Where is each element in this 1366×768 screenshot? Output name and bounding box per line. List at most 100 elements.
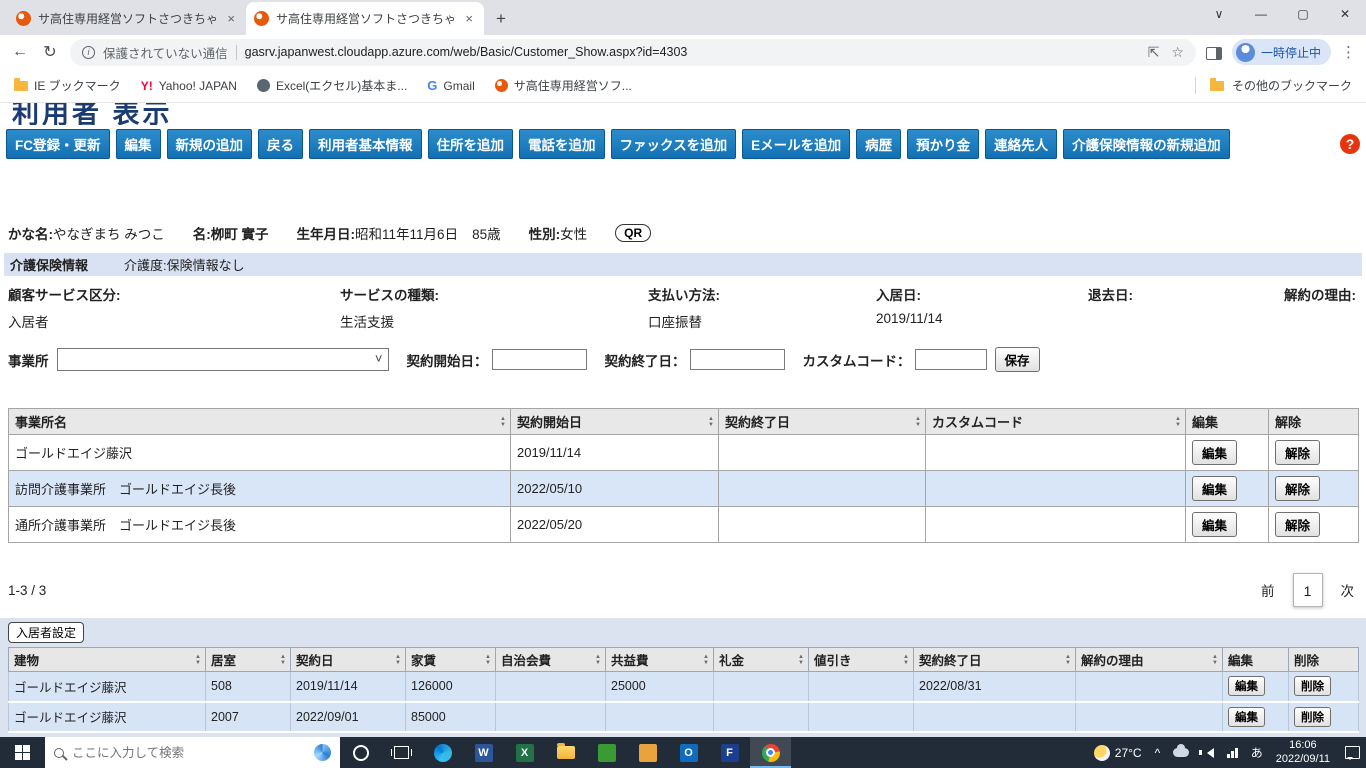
sort-icon[interactable] <box>500 416 506 428</box>
taskbar-search[interactable] <box>45 737 340 768</box>
new-tab-button[interactable]: + <box>484 9 518 35</box>
add-care-insurance-button[interactable]: 介護保険情報の新規追加 <box>1063 129 1230 159</box>
add-phone-button[interactable]: 電話を追加 <box>519 129 605 159</box>
sort-icon[interactable] <box>485 654 491 666</box>
contact-person-button[interactable]: 連絡先人 <box>985 129 1058 159</box>
col-cancel-reason[interactable]: 解約の理由 <box>1075 647 1223 672</box>
row-remove-button[interactable]: 解除 <box>1275 440 1321 465</box>
sort-icon[interactable] <box>915 416 921 428</box>
url-text[interactable]: gasrv.japanwest.cloudapp.azure.com/web/B… <box>245 45 1140 59</box>
col-contract-end[interactable]: 契約終了日 <box>913 647 1076 672</box>
add-email-button[interactable]: Eメールを追加 <box>742 129 851 159</box>
browser-tab-1[interactable]: サ高住専用経営ソフトさつきちゃん × <box>8 2 246 35</box>
col-custom-code[interactable]: カスタムコード <box>925 408 1186 435</box>
sort-icon[interactable] <box>1065 654 1071 666</box>
add-new-button[interactable]: 新規の追加 <box>166 129 252 159</box>
sort-icon[interactable] <box>595 654 601 666</box>
row-edit-button[interactable]: 編集 <box>1228 706 1265 727</box>
blue-app-button[interactable]: F <box>709 737 750 768</box>
network-icon[interactable] <box>1227 747 1238 758</box>
resident-settings-button[interactable]: 入居者設定 <box>8 622 85 643</box>
sort-icon[interactable] <box>708 416 714 428</box>
row-edit-button[interactable]: 編集 <box>1192 440 1238 465</box>
col-contract-date[interactable]: 契約日 <box>290 647 406 672</box>
tab-search-chevron-icon[interactable]: ∨ <box>1198 0 1240 28</box>
sort-icon[interactable] <box>1212 654 1218 666</box>
add-address-button[interactable]: 住所を追加 <box>427 129 513 159</box>
sort-icon[interactable] <box>1175 416 1181 428</box>
edit-button[interactable]: 編集 <box>115 129 161 159</box>
user-basic-info-button[interactable]: 利用者基本情報 <box>309 129 422 159</box>
row-delete-button[interactable]: 削除 <box>1294 706 1331 727</box>
row-remove-button[interactable]: 解除 <box>1275 512 1321 537</box>
browser-tab-2-active[interactable]: サ高住専用経営ソフトさつきちゃん × <box>246 2 484 35</box>
col-contract-end[interactable]: 契約終了日 <box>718 408 926 435</box>
col-discount[interactable]: 値引き <box>808 647 914 672</box>
maximize-button[interactable]: ▢ <box>1282 0 1324 28</box>
minimize-button[interactable]: — <box>1240 0 1282 28</box>
weather-widget[interactable]: 27°C <box>1093 744 1142 761</box>
sort-icon[interactable] <box>195 654 201 666</box>
medical-history-button[interactable]: 病歴 <box>856 129 902 159</box>
help-button[interactable]: ? <box>1340 134 1360 154</box>
info-icon[interactable]: i <box>82 45 95 59</box>
bookmark-ie-folder[interactable]: IE ブックマーク <box>14 77 121 94</box>
fc-register-button[interactable]: FC登録・更新 <box>6 129 110 159</box>
next-page-link[interactable]: 次 <box>1341 580 1355 600</box>
bookmark-gmail[interactable]: G Gmail <box>427 78 474 93</box>
start-button[interactable] <box>0 737 45 768</box>
edge-button[interactable] <box>422 737 463 768</box>
other-bookmarks[interactable]: その他のブックマーク <box>1194 77 1352 94</box>
sort-icon[interactable] <box>395 654 401 666</box>
taskbar-search-input[interactable] <box>72 745 306 760</box>
col-rent[interactable]: 家賃 <box>405 647 496 672</box>
orange-app-button[interactable] <box>627 737 668 768</box>
bookmark-satsuki[interactable]: サ高住専用経営ソフ... <box>494 77 632 94</box>
col-contract-start[interactable]: 契約開始日 <box>510 408 719 435</box>
task-view-button[interactable] <box>381 737 422 768</box>
sort-icon[interactable] <box>703 654 709 666</box>
volume-icon[interactable] <box>1199 747 1215 758</box>
contract-start-input[interactable] <box>491 349 587 370</box>
outlook-button[interactable]: O <box>668 737 709 768</box>
side-panel-icon[interactable] <box>1205 46 1222 60</box>
bookmark-star-icon[interactable]: ☆ <box>1171 44 1184 61</box>
col-office-name[interactable]: 事業所名 <box>8 408 511 435</box>
close-window-button[interactable]: ✕ <box>1324 0 1366 28</box>
custom-code-input[interactable] <box>914 349 987 370</box>
page-number-button[interactable]: 1 <box>1292 573 1323 607</box>
col-association-fee[interactable]: 自治会費 <box>495 647 606 672</box>
chrome-button[interactable] <box>750 737 791 768</box>
save-button[interactable]: 保存 <box>994 347 1040 372</box>
row-edit-button[interactable]: 編集 <box>1228 676 1265 697</box>
cortana-button[interactable] <box>340 737 381 768</box>
reload-icon[interactable]: ↻ <box>40 42 60 62</box>
sort-icon[interactable] <box>280 654 286 666</box>
deposit-button[interactable]: 預かり金 <box>907 129 980 159</box>
col-common-fee[interactable]: 共益費 <box>605 647 714 672</box>
sort-icon[interactable] <box>903 654 909 666</box>
back-button[interactable]: 戻る <box>258 129 303 159</box>
add-fax-button[interactable]: ファックスを追加 <box>610 129 737 159</box>
close-tab-icon[interactable]: × <box>224 11 238 26</box>
ime-indicator[interactable]: あ <box>1251 744 1263 761</box>
prev-page-link[interactable]: 前 <box>1261 580 1275 600</box>
security-label[interactable]: 保護されていない通信 <box>103 43 228 62</box>
profile-chip[interactable]: 一時停止中 <box>1231 39 1331 65</box>
col-room[interactable]: 居室 <box>205 647 291 672</box>
close-tab-icon[interactable]: × <box>462 11 476 26</box>
omnibox[interactable]: i 保護されていない通信 gasrv.japanwest.cloudapp.az… <box>70 38 1196 66</box>
excel-button[interactable]: X <box>504 737 545 768</box>
file-explorer-button[interactable] <box>545 737 586 768</box>
share-icon[interactable]: ⇱ <box>1148 44 1160 61</box>
onedrive-icon[interactable] <box>1173 744 1190 757</box>
action-center-icon[interactable] <box>1345 746 1360 760</box>
row-edit-button[interactable]: 編集 <box>1192 476 1238 501</box>
browser-menu-icon[interactable]: ⋮ <box>1341 43 1356 61</box>
bookmark-excel[interactable]: Excel(エクセル)基本ま... <box>256 77 407 94</box>
col-building[interactable]: 建物 <box>8 647 206 672</box>
office-select[interactable] <box>56 348 389 371</box>
row-delete-button[interactable]: 削除 <box>1294 676 1331 697</box>
clock[interactable]: 16:06 2022/09/11 <box>1276 739 1330 767</box>
back-icon[interactable]: ← <box>10 43 30 61</box>
